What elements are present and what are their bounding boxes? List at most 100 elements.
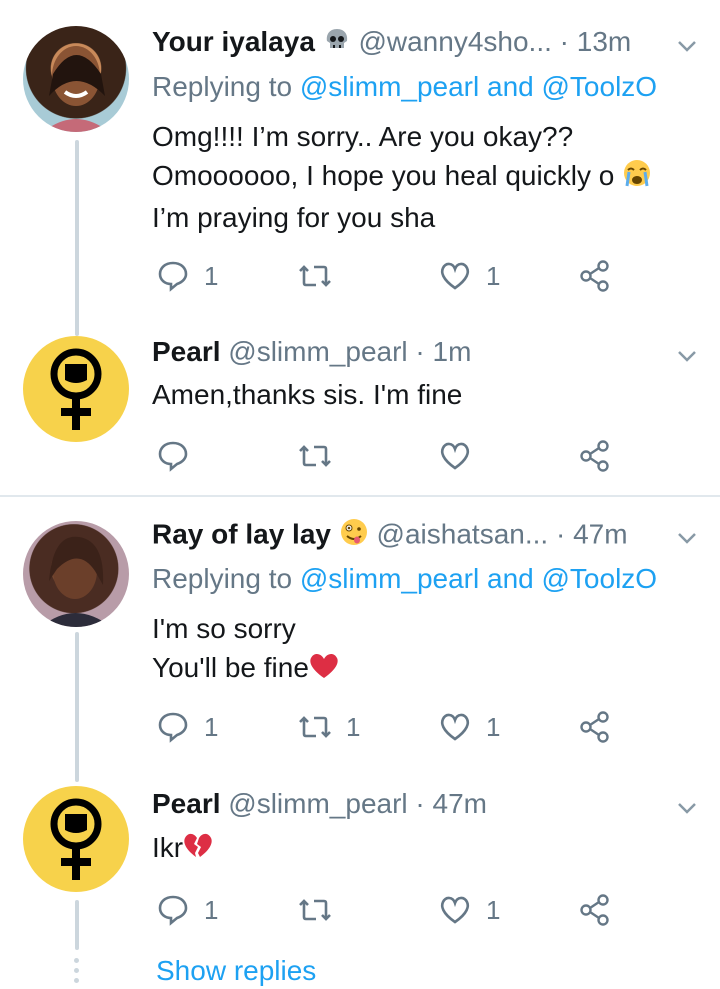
retweet-button[interactable] — [298, 890, 332, 930]
like-count: 1 — [486, 894, 501, 925]
reply-icon — [158, 712, 188, 743]
chevron-down-icon[interactable] — [674, 795, 700, 821]
replying-to-label: Replying to — [152, 71, 293, 102]
like-button[interactable]: 1 — [438, 256, 500, 296]
separator-dot: · — [555, 518, 566, 550]
retweet-icon — [299, 899, 331, 921]
tweet-text: Ikr — [152, 828, 213, 869]
share-icon — [580, 260, 609, 292]
reply-icon — [158, 895, 188, 926]
timestamp[interactable]: 47m — [433, 788, 487, 819]
feminist-fist-icon — [50, 348, 102, 430]
tweet-header: Pearl @slimm_pearl · 47m — [152, 787, 680, 821]
display-name[interactable]: Ray of lay lay — [152, 518, 331, 549]
tweet-your-iyalaya[interactable]: Your iyalaya @wanny4sho... · 13m Replyin… — [0, 0, 720, 336]
share-button[interactable] — [578, 890, 612, 930]
retweet-count: 1 — [346, 711, 361, 742]
share-button[interactable] — [578, 256, 612, 296]
handle[interactable]: @aishatsan... — [377, 518, 549, 549]
tweet-actions: 1 1 — [152, 890, 632, 930]
tweet-text-line: Omoooooo, I hope you heal quickly o — [152, 156, 652, 198]
heart-icon — [440, 262, 470, 290]
show-replies-link[interactable]: Show replies — [156, 954, 316, 988]
replying-to-label: Replying to — [152, 563, 293, 594]
retweet-icon — [299, 265, 331, 287]
tweet-header: Ray of lay lay @aishatsan... · 47m — [152, 517, 680, 555]
chevron-down-icon[interactable] — [674, 33, 700, 59]
avatar[interactable] — [23, 521, 129, 627]
like-button[interactable] — [438, 436, 472, 476]
reply-button[interactable]: 1 — [156, 256, 218, 296]
tweet-actions: 1 1 — [152, 256, 632, 296]
avatar[interactable] — [23, 786, 129, 892]
reply-icon — [158, 441, 188, 472]
tweet-ray-of-lay-lay[interactable]: Ray of lay lay @aishatsan... · 47m Reply… — [0, 497, 720, 782]
replying-to-users[interactable]: @slimm_pearl and @ToolzO — [300, 563, 657, 594]
chevron-down-icon[interactable] — [674, 525, 700, 551]
tweet-text-line: I'm so sorry — [152, 613, 296, 644]
tweet-header: Your iyalaya @wanny4sho... · 13m — [152, 25, 680, 62]
replying-to-users[interactable]: @slimm_pearl and @ToolzO — [300, 71, 657, 102]
handle[interactable]: @slimm_pearl — [228, 336, 407, 367]
crying-face-emoji-icon — [622, 158, 652, 198]
tweet-actions — [152, 436, 632, 476]
tweet-text-line: I’m praying for you sha — [152, 201, 436, 233]
tweet-actions: 1 1 1 — [152, 707, 632, 747]
share-icon — [580, 894, 609, 926]
replying-to: Replying to @slimm_pearl and @ToolzO — [152, 562, 657, 596]
tweet-text: Amen,thanks sis. I'm fine — [152, 375, 462, 414]
replying-to: Replying to @slimm_pearl and @ToolzO — [152, 70, 657, 104]
broken-heart-emoji-icon — [183, 830, 213, 869]
reply-icon — [158, 261, 188, 292]
chevron-down-icon[interactable] — [674, 343, 700, 369]
timestamp[interactable]: 13m — [577, 26, 631, 57]
handle[interactable]: @wanny4sho... — [358, 26, 551, 57]
like-button[interactable]: 1 — [438, 707, 500, 747]
avatar[interactable] — [23, 336, 129, 442]
tweet-text-line: Amen,thanks sis. I'm fine — [152, 379, 463, 410]
reply-button[interactable]: 1 — [156, 890, 218, 930]
retweet-icon — [299, 445, 331, 467]
like-button[interactable]: 1 — [438, 890, 500, 930]
tweet-header: Pearl @slimm_pearl · 1m — [152, 335, 680, 369]
tweet-text-line: You'll be fine — [152, 648, 339, 689]
red-heart-emoji-icon — [309, 650, 339, 689]
heart-icon — [440, 442, 470, 470]
zany-face-emoji-icon — [339, 517, 369, 555]
thread-line — [75, 900, 79, 950]
avatar[interactable] — [23, 26, 129, 132]
share-button[interactable] — [578, 436, 612, 476]
tweet-text-line: Omg!!!! I’m sorry.. Are you okay?? — [152, 121, 574, 152]
heart-icon — [440, 713, 470, 741]
display-name[interactable]: Your iyalaya — [152, 26, 315, 57]
reply-button[interactable]: 1 — [156, 707, 218, 747]
reply-button[interactable] — [156, 436, 190, 476]
retweet-button[interactable] — [298, 256, 346, 296]
separator-dot: · — [415, 336, 425, 367]
thread-line — [75, 632, 79, 782]
retweet-button[interactable] — [298, 436, 332, 476]
display-name[interactable]: Pearl — [152, 336, 221, 367]
timestamp[interactable]: 1m — [433, 336, 472, 367]
tweet-text: Omg!!!! I’m sorry.. Are you okay?? Omooo… — [152, 117, 652, 237]
share-icon — [580, 711, 609, 743]
retweet-button[interactable]: 1 — [298, 707, 360, 747]
more-replies-dots — [74, 958, 80, 988]
retweet-icon — [299, 716, 331, 738]
feminist-fist-icon — [50, 798, 102, 880]
skull-emoji-icon — [323, 26, 351, 62]
thread-line — [75, 140, 79, 336]
timestamp[interactable]: 47m — [573, 518, 627, 549]
like-count: 1 — [486, 260, 501, 291]
tweet-pearl-reply[interactable]: Pearl @slimm_pearl · 1m Amen,thanks sis.… — [0, 330, 720, 495]
separator-dot: · — [415, 788, 425, 819]
reply-count: 1 — [204, 894, 219, 925]
display-name[interactable]: Pearl — [152, 788, 221, 819]
tweet-pearl-reply[interactable]: Pearl @slimm_pearl · 47m Ikr 1 1 Show re… — [0, 782, 720, 989]
handle[interactable]: @slimm_pearl — [228, 788, 407, 819]
tweet-text: I'm so sorry You'll be fine — [152, 609, 339, 689]
reply-count: 1 — [204, 260, 219, 291]
share-button[interactable] — [578, 707, 612, 747]
heart-icon — [440, 896, 470, 924]
like-count: 1 — [486, 711, 501, 742]
